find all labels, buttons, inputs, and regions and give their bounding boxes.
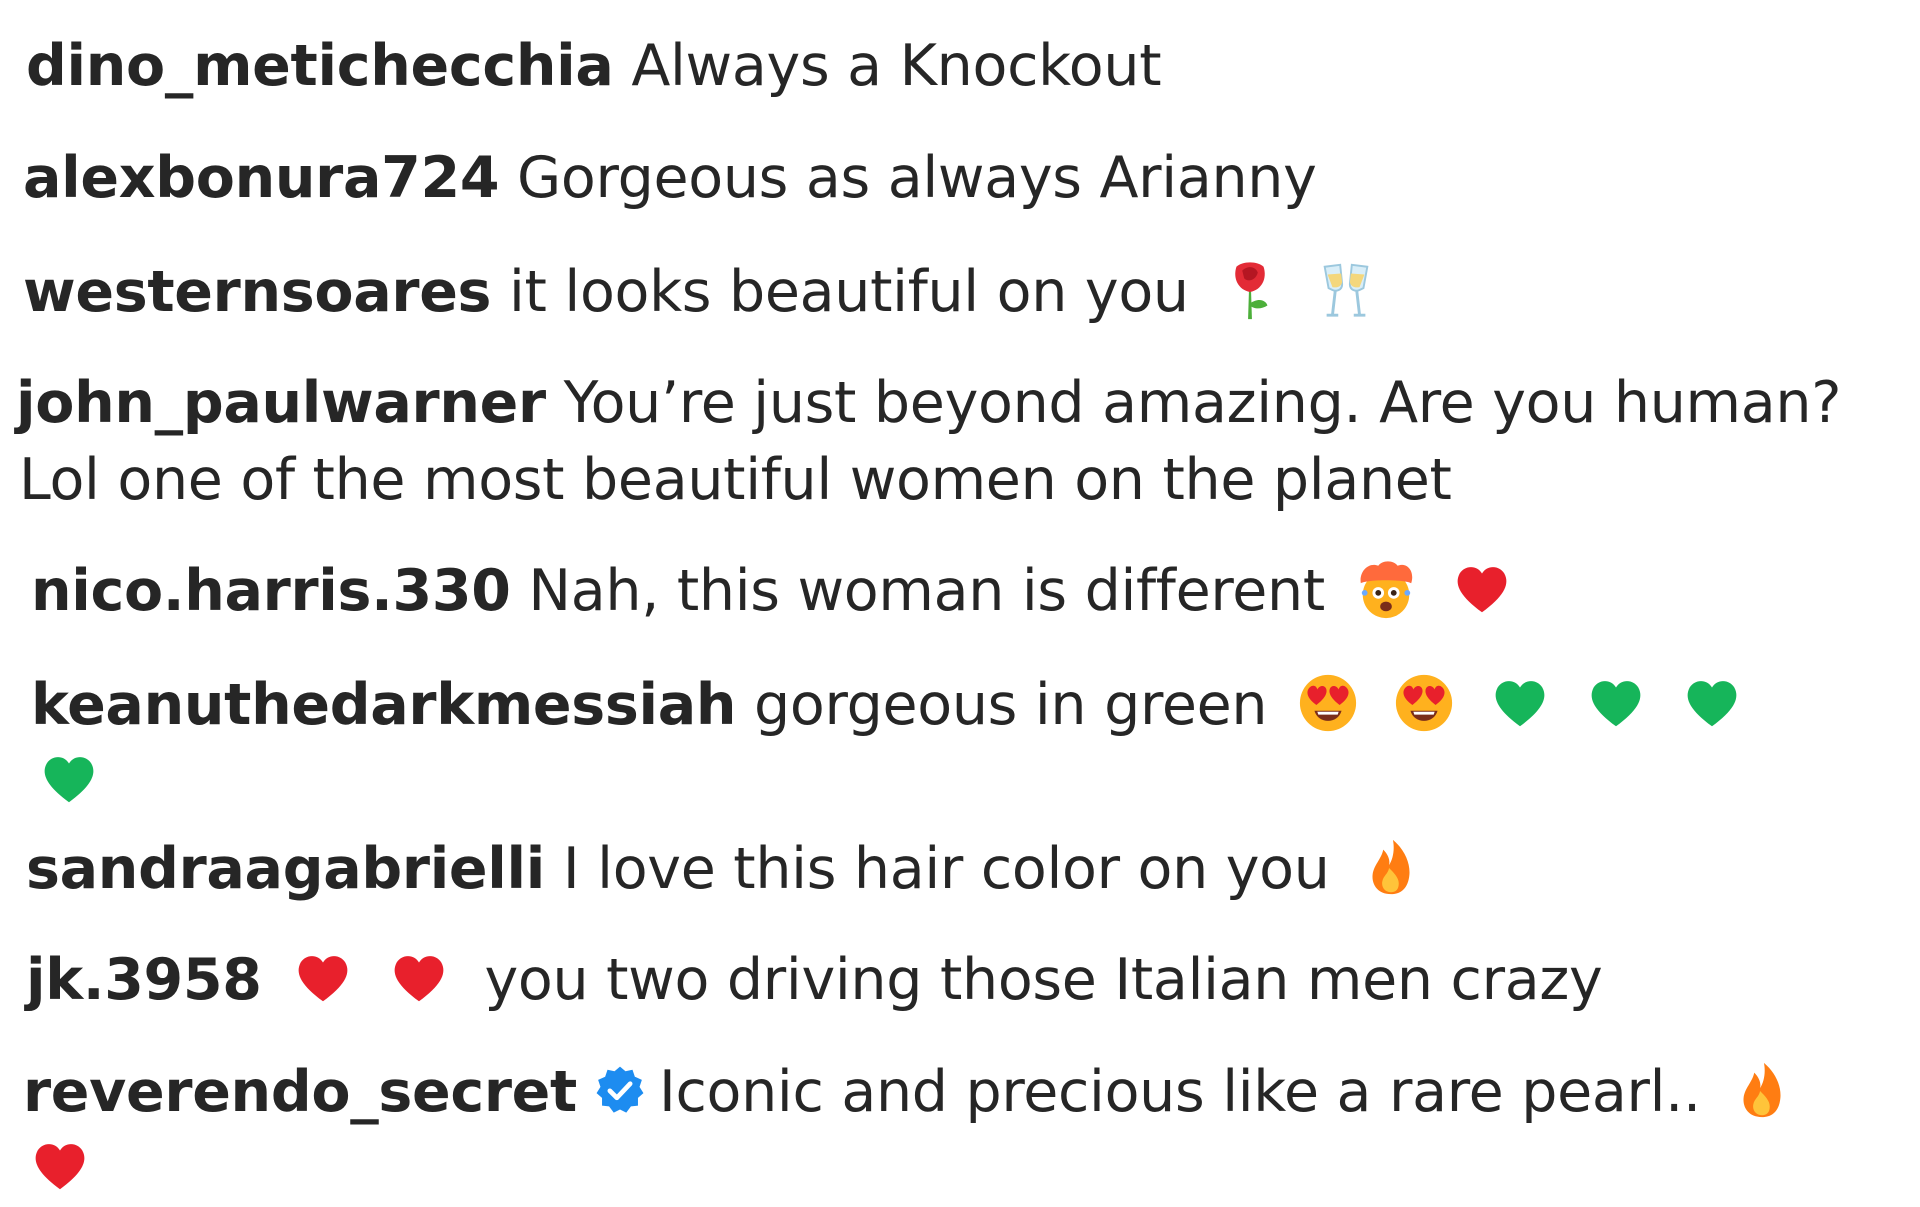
comment-text: it looks beautiful on you (509, 259, 1189, 325)
fire-icon (1360, 836, 1422, 898)
comment-text: you two driving those Italian men crazy (484, 947, 1603, 1013)
green-heart-icon (38, 748, 100, 810)
comment-text: I love this hair color on you (562, 836, 1330, 902)
comment-item: alexbonura724 Gorgeous as always Arianny (23, 139, 1317, 217)
comment-item: keanuthedarkmessiah gorgeous in green (31, 666, 1760, 744)
comment-item: westernsoares it looks beautiful on you (23, 253, 1394, 331)
red-heart-icon (1451, 558, 1513, 620)
comment-list: dino_metichecchia Always a Knockout alex… (0, 0, 1920, 1200)
comment-username[interactable]: sandraagabrielli (26, 836, 545, 902)
heart-eyes-icon (1393, 672, 1455, 734)
comment-username[interactable]: nico.harris.330 (31, 558, 511, 624)
red-heart-icon (29, 1135, 91, 1197)
fire-icon (1731, 1059, 1793, 1121)
comment-username[interactable]: john_paulwarner (16, 370, 546, 436)
green-heart-icon (1489, 672, 1551, 734)
comment-text: Lol one of the most beautiful women on t… (19, 447, 1452, 513)
comment-emoji-continuation (38, 742, 117, 820)
rose-icon (1219, 259, 1281, 321)
comment-text: Gorgeous as always Arianny (517, 145, 1317, 211)
comment-item: reverendo_secret Iconic and precious like… (23, 1053, 1810, 1131)
heart-eyes-icon (1297, 672, 1359, 734)
comment-text: Always a Knockout (631, 33, 1162, 99)
comment-username[interactable]: alexbonura724 (23, 145, 500, 211)
red-heart-icon (388, 947, 450, 1009)
comment-text: Nah, this woman is different (528, 558, 1325, 624)
comment-text: You’re just beyond amazing. Are you huma… (563, 370, 1842, 436)
comment-item: john_paulwarner You’re just beyond amazi… (16, 364, 1841, 442)
comment-text: Iconic and precious like a rare pearl.. (658, 1059, 1701, 1125)
comment-text: gorgeous in green (754, 672, 1268, 738)
comment-username[interactable]: dino_metichecchia (26, 33, 614, 99)
comment-username[interactable]: westernsoares (23, 259, 491, 325)
green-heart-icon (1585, 672, 1647, 734)
comment-username[interactable]: reverendo_secret (23, 1059, 577, 1125)
red-heart-icon (292, 947, 354, 1009)
verified-badge-icon (595, 1065, 645, 1115)
exploding-head-icon (1355, 558, 1417, 620)
green-heart-icon (1681, 672, 1743, 734)
comment-text-continuation: Lol one of the most beautiful women on t… (19, 441, 1452, 519)
comment-emoji-continuation (29, 1129, 108, 1207)
comment-item: nico.harris.330 Nah, this woman is diffe… (31, 552, 1530, 630)
comment-username[interactable]: keanuthedarkmessiah (31, 672, 737, 738)
comment-item: dino_metichecchia Always a Knockout (26, 27, 1162, 105)
comment-item: jk.3958 you two driving those Italian me… (26, 941, 1603, 1019)
clinking-glasses-icon (1315, 259, 1377, 321)
comment-username[interactable]: jk.3958 (26, 947, 262, 1013)
comment-item: sandraagabrielli I love this hair color … (26, 830, 1439, 908)
